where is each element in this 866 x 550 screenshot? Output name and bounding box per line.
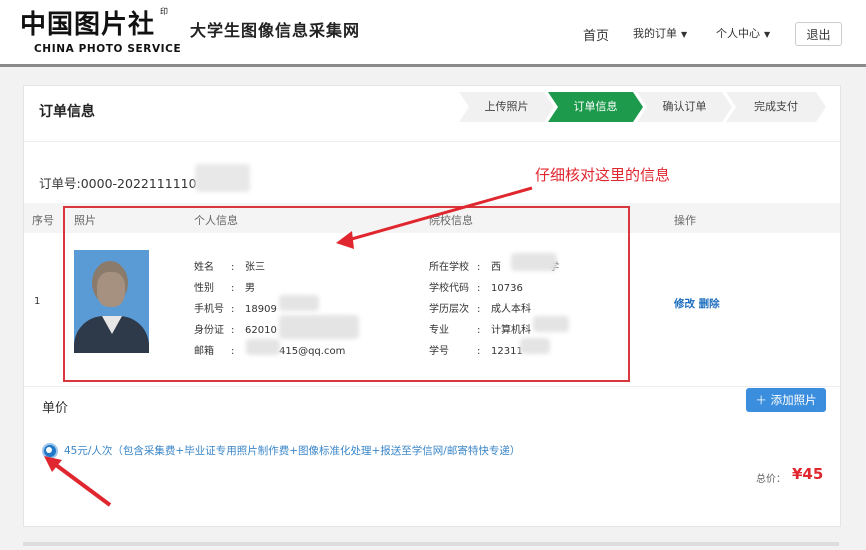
step-confirm-order: 确认订单 [637, 92, 732, 122]
nav-personal-center[interactable]: 个人中心 ▼ [716, 25, 770, 41]
step-complete-payment: 完成支付 [726, 92, 826, 122]
edit-link[interactable]: 修改 [674, 298, 695, 310]
annotation-highlight-box [63, 206, 630, 382]
nav-my-orders[interactable]: 我的订单 ▼ [633, 25, 687, 41]
column-header-actions: 操作 [674, 214, 696, 227]
nav-home-link[interactable]: 首页 [583, 25, 609, 44]
caret-down-icon: ▼ [764, 30, 771, 39]
caret-down-icon: ▼ [681, 30, 688, 39]
column-header-index: 序号 [32, 214, 54, 227]
logo-seal: 印 [160, 7, 168, 16]
site-subtitle: 大学生图像信息采集网 [190, 21, 361, 40]
header-bar: 中国图片社 印 CHINA PHOTO SERVICE 大学生图像信息采集网 首… [0, 0, 866, 67]
row-actions: 修改 删除 [674, 296, 720, 311]
panel-footer-edge [23, 542, 839, 546]
nav-my-orders-label: 我的订单 [633, 27, 677, 40]
redaction-blur [195, 164, 250, 192]
plus-icon: ＋ [755, 393, 767, 407]
page-title: 订单信息 [39, 104, 95, 120]
logo-text-cn[interactable]: 中国图片社 [20, 4, 155, 41]
step-upload-photo: 上传照片 [459, 92, 554, 122]
step-order-info: 订单信息 [548, 92, 643, 122]
annotation-text: 仔细核对这里的信息 [535, 166, 671, 184]
add-photo-label: 添加照片 [770, 393, 817, 407]
price-title: 单价 [42, 401, 69, 416]
order-number: 订单号:0000-2022111110 [39, 176, 197, 191]
price-option-label[interactable]: 45元/人次（包含采集费+毕业证专用照片制作费+图像标准化处理+报送至学信网/邮… [64, 443, 520, 458]
order-panel: 订单信息 上传照片 订单信息 确认订单 完成支付 订单号:0000-202211… [23, 85, 841, 527]
logout-button[interactable]: 退出 [795, 22, 842, 46]
radio-selected-dot [46, 447, 52, 453]
nav-personal-center-label: 个人中心 [716, 27, 760, 40]
divider [24, 386, 840, 387]
add-photo-button[interactable]: ＋ 添加照片 [746, 388, 826, 412]
total-label: 总价： [756, 474, 786, 485]
delete-link[interactable]: 删除 [699, 298, 720, 310]
logo-text-en: CHINA PHOTO SERVICE [34, 43, 182, 55]
total-value: ¥45 [792, 465, 824, 483]
row-index: 1 [34, 296, 41, 307]
divider [24, 141, 840, 142]
